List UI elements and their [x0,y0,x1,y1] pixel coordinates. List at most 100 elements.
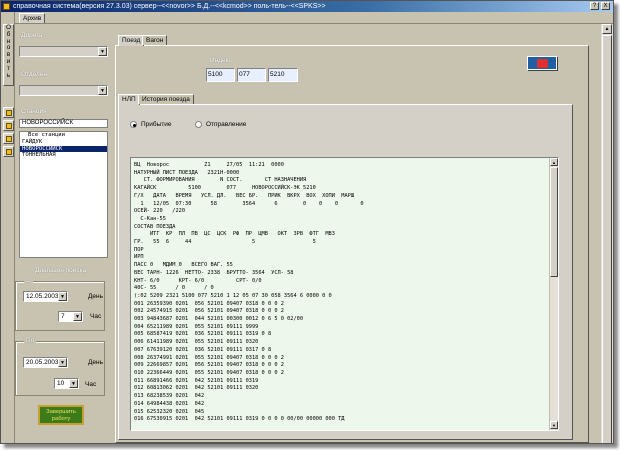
index-field-2[interactable]: 077 [237,68,266,82]
tab-wagon[interactable]: Вагон [142,35,168,45]
tab-train[interactable]: Поезд [118,35,145,46]
tab-train-history[interactable]: История поезда [138,94,194,104]
station-list-item[interactable]: Все станции [20,132,107,139]
nlp-text-line: ИРП [134,254,144,261]
nlp-text-line: 013 68238539 0201 042 [134,393,205,400]
scroll-down-icon[interactable]: ▼ [550,421,558,429]
close-button[interactable]: X [601,2,610,10]
chevron-down-icon[interactable]: ▼ [58,292,67,301]
nlp-text-line: 014 64984438 0201 042 [134,400,205,407]
chevron-down-icon[interactable]: ▼ [73,312,82,321]
index-field-3[interactable]: 5210 [268,68,298,82]
nlp-text-line: 012 60813062 0201 042 52101 09111 0320 [134,385,259,392]
nlp-text-line: СОСТАВ ПОЕЗДА [134,223,176,230]
nlp-text-line: 004 65211989 0201 055 52101 09111 9999 [134,323,259,330]
nlp-text-line: КНТ- 6/0 КРТ- 6/0 СРТ- 0/0 [134,277,262,284]
nlp-text-area[interactable]: ВЦ Новорос Z1 27/05 11:21 0000 НАТУРНЫЙ Л… [130,157,559,431]
search-icon [6,136,12,142]
scroll-up-icon[interactable]: ▲ [550,158,558,166]
pencil-icon [6,110,12,116]
nlp-text-line: 40С- 55 / 0 / 0 [134,285,214,292]
chevron-down-icon[interactable]: ▼ [98,86,107,95]
title-bar: справочная система(версия 27.3.03) серве… [1,1,613,12]
station-input[interactable]: НОВОРОССИЙСК [19,119,108,128]
from-date-value: 12.05.2003 [26,293,59,300]
from-hour-value: 7 [61,313,65,320]
main-window: справочная система(версия 27.3.03) серве… [0,0,614,444]
scroll-up-icon[interactable]: ▲ [602,24,612,34]
nlp-text-line: 001 26359390 0201 056 52101 09407 0318 0… [134,300,284,307]
nlp-text-line: ПОР [134,246,144,253]
help-button[interactable]: ? [590,2,599,10]
road-label: Дорога [21,32,43,39]
station-list-item[interactable]: ГАЙДУК [20,139,107,146]
nlp-text-line: Г/Х ДАТА ВРЕМЯ УСЛ. ДЛ. ВЕС БР. ПРИК ВКР… [134,192,355,199]
chevron-down-icon[interactable]: ▼ [58,358,67,367]
exit-button[interactable]: Завершить работу [38,405,84,425]
radio-departure-dot[interactable] [195,121,202,128]
nlp-text-line: 002 24574915 0201 056 52101 09407 0318 0… [134,308,284,315]
nlp-text-line: 010 22366449 0201 055 52101 09407 0318 0… [134,369,284,376]
info-tool-button[interactable] [3,146,14,157]
tab-archive[interactable]: Архив [19,13,46,23]
to-date-picker[interactable]: 20.05.2003 ▼ [23,357,68,368]
key-tool-button[interactable] [3,120,14,131]
from-hour-label: Час [90,313,102,320]
to-hour-value: 10 [57,380,65,387]
nlp-text-line: 009 22669857 0201 056 52101 09407 0318 0… [134,362,284,369]
nlp-text-line: ИТГ КР ПЛ ПВ ЦС ЦСК РФ ПР ЦМВ ОКТ ЗРВ ФТ… [134,231,335,238]
radio-arrival-dot[interactable] [130,121,137,128]
nlp-text-line: СТ. ФОРМИРОВАНИЯ N СОСТ. СТ НАЗНАЧЕНИЯ [134,177,307,184]
to-hour-label: Час [85,381,97,388]
road-select[interactable]: ▼ [19,46,108,57]
to-date-value: 20.05.2003 [26,359,59,366]
from-hour-select[interactable]: 7 ▼ [58,311,83,322]
radio-departure-label: Отправление [206,121,247,128]
window-scrollbar[interactable]: ▲ [601,24,613,443]
nlp-text-line: 008 26374991 0201 055 52101 09407 0318 0… [134,354,284,361]
nlp-text-line: (:02 5209 2321 5100 077 5210 1 12 05 07 … [134,292,332,299]
nlp-text-line: 003 94843687 0201 044 52101 00300 0012 0… [134,316,304,323]
nlp-text-line: 016 67530915 0201 042 52101 09111 0319 0… [134,416,345,423]
branch-select[interactable]: ▼ [19,85,108,96]
from-date-picker[interactable]: 12.05.2003 ▼ [23,291,68,302]
to-title: По [24,337,37,344]
nlp-text-line: ВЕС ТАРН- 1226 НЕТТО- 2338 БРУТТО- 3564 … [134,269,294,276]
nlp-text-line: 015 62532320 0201 045 [134,408,205,415]
chevron-down-icon[interactable]: ▼ [98,47,107,56]
info-icon [6,149,12,155]
radio-arrival-label: Прибытие [141,121,172,128]
window-scroll-thumb[interactable] [602,35,612,443]
nlp-text: ВЦ Новорос Z1 27/05 11:21 0000 НАТУРНЫЙ Л… [134,162,364,424]
chevron-down-icon[interactable]: ▼ [69,379,78,388]
nlp-text-line: НАТУРНЫЙ ЛИСТ ПОЕЗДА 2321Н-0000 [134,169,240,176]
nlp-text-line: ГР. 55 6 44 5 5 [134,239,316,246]
station-label: Станция [21,108,47,115]
nlp-text-line: С-Кан-55 [134,215,166,222]
to-hour-select[interactable]: 10 ▼ [54,378,79,389]
station-list-item[interactable]: НОВОРОССИЙСК [20,145,107,153]
from-title: С [24,277,33,284]
nlp-text-line: 006 61411989 0201 055 52101 09111 0320 [134,339,259,346]
range-title: Диапазон поиска [35,267,87,274]
index-label: Индекс [210,57,232,64]
edit-tool-button[interactable] [3,107,14,118]
nlp-text-line: ВЦ Новорос Z1 27/05 11:21 0000 [134,162,284,168]
nlp-text-line: 005 68587419 0201 036 52101 09111 0319 0… [134,331,272,338]
station-list[interactable]: Все станции ГАЙДУК НОВОРОССИЙСК ТОННЕЛЬНАЯ [19,131,108,258]
nlp-text-line: 007 67639120 0201 036 52101 09111 0317 0… [134,346,272,353]
from-day-label: День [88,293,103,300]
to-day-label: День [88,359,103,366]
nlp-text-line: 011 66891466 0201 042 52101 09111 0319 [134,377,259,384]
station-list-item[interactable]: ТОННЕЛЬНАЯ [20,152,107,159]
window-title: справочная система(версия 27.3.03) серве… [13,3,326,10]
tab-nlp[interactable]: НЛП [118,94,140,105]
nlp-scrollbar[interactable]: ▲ ▼ [549,158,558,430]
branch-label: Отделен. [21,71,49,78]
index-field-1[interactable]: 5100 [206,68,235,82]
refresh-button[interactable]: О б н о в и т ь [3,24,14,86]
search-tool-button[interactable] [3,133,14,144]
scroll-thumb[interactable] [550,167,558,277]
nlp-text-line: КАГАЙСК 5100 077 НОВОРОССИЙСК-ЭК 5210 [134,185,316,192]
logo-icon [527,56,557,70]
